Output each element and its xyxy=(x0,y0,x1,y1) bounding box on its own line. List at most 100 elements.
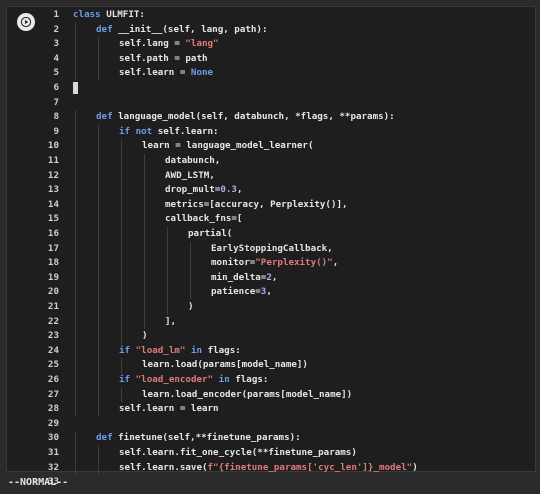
indent-guide xyxy=(75,314,76,330)
indent-guide xyxy=(98,154,99,169)
indent-guide xyxy=(75,37,76,52)
code-line[interactable]: 20 patience=3, xyxy=(7,285,535,300)
keyword-token: def xyxy=(96,111,113,123)
code-line[interactable]: 17 EarlyStoppingCallback, xyxy=(7,241,535,257)
code-line[interactable]: 27 learn.load_encoder(params[model_name]) xyxy=(7,387,535,403)
code-text: learn = language_model_learner( xyxy=(142,139,313,153)
indent-guide xyxy=(75,329,76,344)
code-text: learn.load(params[model_name]) xyxy=(142,358,308,372)
indent-guide xyxy=(167,241,168,257)
line-number: 29 xyxy=(47,417,59,429)
indent-guide xyxy=(98,37,99,52)
code-text: AWD_LSTM, xyxy=(165,169,215,183)
code-line[interactable]: 4 self.path = path xyxy=(7,51,535,67)
code-line[interactable]: 6 xyxy=(7,81,535,95)
line-number: 10 xyxy=(47,140,59,152)
code-text: class ULMFIT: xyxy=(73,8,145,22)
indent-guide xyxy=(98,329,99,344)
vim-mode-indicator: --NORMAL-- xyxy=(8,477,69,488)
string-token: f"{finetune_params['cyc_len']}_model" xyxy=(207,461,413,473)
code-line[interactable]: 18 monitor="Perplexity()", xyxy=(7,256,535,271)
indent-guide xyxy=(98,256,99,271)
code-line[interactable]: 8 def language_model(self, databunch, *fl… xyxy=(7,110,535,125)
code-line[interactable]: 15 callback_fns=[ xyxy=(7,212,535,227)
code-line[interactable]: 5 self.learn = None xyxy=(7,66,535,81)
indent-guide xyxy=(75,285,76,300)
line-number: 24 xyxy=(47,344,59,356)
code-token: , xyxy=(271,271,278,283)
code-line[interactable]: 24 if "load_lm" in flags: xyxy=(7,343,535,359)
indent-guide xyxy=(75,139,76,154)
indent-guide xyxy=(167,270,168,286)
code-line[interactable]: 12 AWD_LSTM, xyxy=(7,168,535,184)
code-line[interactable]: 31 self.learn.fit_one_cycle(**finetune_pa… xyxy=(7,446,535,461)
string-token: "lang" xyxy=(185,38,219,50)
code-text: def language_model(self, databunch, *fla… xyxy=(96,110,395,124)
code-line[interactable]: 26 if "load_encoder" in flags: xyxy=(7,373,535,388)
code-line[interactable]: 21) xyxy=(7,300,535,315)
indent-guide xyxy=(98,227,99,242)
indent-guide xyxy=(144,197,145,213)
code-line[interactable]: 33 xyxy=(7,475,535,489)
code-line[interactable]: 11 databunch, xyxy=(7,154,535,169)
code-text: if "load_lm" in flags: xyxy=(119,344,241,358)
code-line[interactable]: 7 xyxy=(7,96,535,110)
indent-guide xyxy=(144,212,145,227)
indent-guide xyxy=(75,270,76,286)
indent-guide xyxy=(121,154,122,169)
indent-guide xyxy=(167,227,168,242)
code-line[interactable]: 32 self.learn.save(f"{finetune_params['cy… xyxy=(7,460,535,476)
code-line[interactable]: 2 def __init__(self, lang, path): xyxy=(7,22,535,38)
code-text: drop_mult=0.3, xyxy=(165,183,242,197)
line-number: 11 xyxy=(47,155,59,166)
line-number: 16 xyxy=(47,228,59,239)
indent-guide xyxy=(75,22,76,38)
indent-guide xyxy=(190,241,191,257)
line-number: 30 xyxy=(47,432,59,444)
line-number: 17 xyxy=(47,242,59,254)
code-line[interactable]: 3 self.lang = "lang" xyxy=(7,37,535,52)
code-line[interactable]: 16 partial( xyxy=(7,227,535,242)
code-line[interactable]: 28 self.learn = learn xyxy=(7,402,535,417)
indent-guide xyxy=(167,300,168,315)
keyword-token: def xyxy=(96,432,113,444)
code-token: self.path = path xyxy=(119,52,208,64)
code-line[interactable]: 25 learn.load(params[model_name]) xyxy=(7,358,535,373)
indent-guide xyxy=(121,197,122,213)
code-text: self.learn.fit_one_cycle(**finetune_para… xyxy=(119,446,357,460)
line-number: 22 xyxy=(47,315,59,327)
indent-guide xyxy=(98,387,99,403)
code-line[interactable]: 19 min_delta=2, xyxy=(7,270,535,286)
indent-guide xyxy=(121,227,122,242)
code-text: databunch, xyxy=(165,154,220,168)
indent-guide xyxy=(75,300,76,315)
keyword-token: def xyxy=(96,23,113,35)
indent-guide xyxy=(98,139,99,154)
code-line[interactable]: 30 def finetune(self,**finetune_params): xyxy=(7,431,535,446)
code-line[interactable]: 10 learn = language_model_learner( xyxy=(7,139,535,154)
indent-guide xyxy=(75,124,76,140)
code-line[interactable]: 1 class ULMFIT: xyxy=(7,8,535,22)
indent-guide xyxy=(98,197,99,213)
code-line[interactable]: 9 if not self.learn: xyxy=(7,124,535,140)
code-text: monitor="Perplexity()", xyxy=(211,256,338,270)
code-line[interactable]: 29 xyxy=(7,417,535,431)
indent-guide xyxy=(75,227,76,242)
code-token: callback_fns=[ xyxy=(165,213,243,225)
code-line[interactable]: 13 drop_mult=0.3, xyxy=(7,183,535,198)
indent-guide xyxy=(75,431,76,446)
code-token: self.learn = xyxy=(119,67,191,79)
code-token: min_delta= xyxy=(211,271,267,283)
line-number: 23 xyxy=(47,330,59,342)
indent-guide xyxy=(121,270,122,286)
indent-guide xyxy=(98,358,99,373)
code-token: EarlyStoppingCallback, xyxy=(211,242,333,254)
line-number: 9 xyxy=(53,125,59,137)
code-line[interactable]: 23) xyxy=(7,329,535,344)
code-line[interactable]: 14 metrics=[accuracy, Perplexity()], xyxy=(7,197,535,213)
code-cell[interactable]: 1 class ULMFIT: 2 def __init__(self, lang, … xyxy=(6,6,536,487)
code-line[interactable]: 22], xyxy=(7,314,535,330)
indent-guide xyxy=(75,241,76,257)
code-text: self.lang = "lang" xyxy=(119,37,219,51)
code-token: metrics=[accuracy, Perplexity()], xyxy=(165,198,348,210)
